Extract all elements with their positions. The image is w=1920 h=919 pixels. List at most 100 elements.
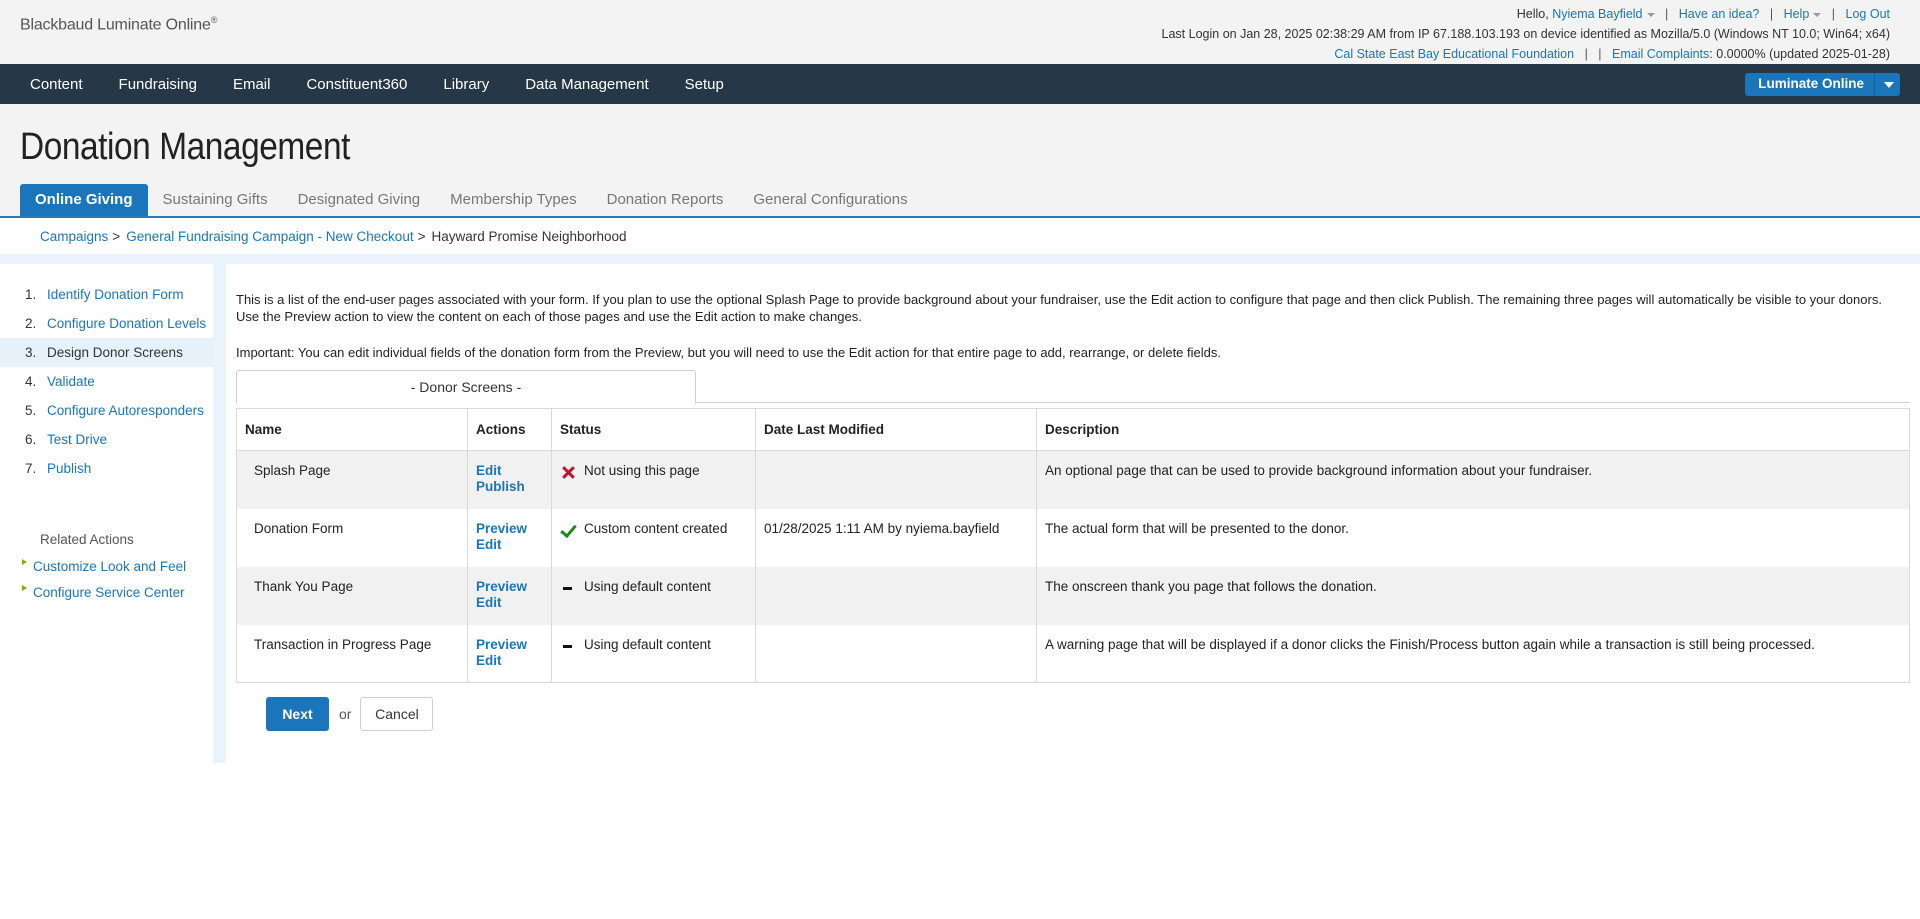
user-menu-link[interactable]: Nyiema Bayfield [1552,7,1655,21]
status-text: Using default content [584,636,711,652]
edit-link[interactable]: Edit [476,595,543,611]
breadcrumb-campaign[interactable]: General Fundraising Campaign - New Check… [126,229,413,244]
nav-item-constituent360[interactable]: Constituent360 [288,76,425,93]
edit-link[interactable]: Edit [476,463,543,479]
have-idea-link[interactable]: Have an idea? [1679,7,1760,21]
wizard-step[interactable]: 4. Validate [0,367,213,396]
row-date-modified [755,566,1037,625]
email-complaints-link[interactable]: Email Complaints [1612,47,1709,61]
nav-item-setup[interactable]: Setup [667,76,742,93]
tab-donation-reports[interactable]: Donation Reports [592,184,739,216]
step-number: 3. [25,345,37,360]
preview-link[interactable]: Preview [476,579,543,595]
publish-link[interactable]: Publish [476,479,543,495]
related-action-item: Configure Service Center [22,579,186,605]
step-label[interactable]: Validate [47,374,95,389]
breadcrumb-campaigns[interactable]: Campaigns [40,229,108,244]
chevron-down-icon [1646,12,1655,17]
content-top-band [0,254,1920,264]
section-tabs: Online Giving Sustaining Gifts Designate… [20,184,923,216]
related-action-item: Customize Look and Feel [22,553,186,579]
user-name: Nyiema Bayfield [1552,7,1643,21]
help-menu-link[interactable]: Help [1784,7,1822,21]
separator: | [1665,7,1669,21]
breadcrumb-current: Hayward Promise Neighborhood [431,228,627,244]
tab-general-configurations[interactable]: General Configurations [738,184,922,216]
preview-link[interactable]: Preview [476,637,543,653]
chevron-down-icon [1813,12,1822,17]
wizard-step[interactable]: 6. Test Drive [0,425,213,454]
column-header-date-modified: Date Last Modified [755,408,1037,451]
column-header-actions: Actions [467,408,552,451]
row-actions: Preview Edit [467,566,552,625]
row-status: Not using this page [551,450,756,509]
donor-screens-tabbar: - Donor Screens - [236,370,1910,404]
column-header-status: Status [551,408,756,451]
nav-item-content[interactable]: Content [12,76,101,93]
brand-registered-mark: ® [210,15,218,25]
last-login-info: Last Login on Jan 28, 2025 02:38:29 AM f… [1161,27,1890,41]
page-title: Donation Management [20,126,350,168]
row-name: Transaction in Progress Page [236,624,468,683]
row-name: Splash Page [236,450,468,509]
nav-item-email[interactable]: Email [215,76,289,93]
tab-donor-screens[interactable]: - Donor Screens - [236,370,696,404]
step-label[interactable]: Configure Autoresponders [47,403,204,418]
related-actions-title: Related Actions [40,532,134,547]
preview-link[interactable]: Preview [476,521,543,537]
tab-online-giving[interactable]: Online Giving [20,184,148,216]
status-text: Using default content [584,578,711,594]
step-label[interactable]: Publish [47,461,91,476]
or-label: or [339,706,352,722]
intro-text: This is a list of the end-user pages ass… [236,292,1882,324]
check-icon [560,522,576,538]
dash-icon [560,638,576,654]
tab-sustaining-gifts[interactable]: Sustaining Gifts [148,184,283,216]
row-actions: Preview Edit [467,624,552,683]
wizard-step[interactable]: 7. Publish [0,454,213,483]
wizard-step[interactable]: 1. Identify Donation Form [0,280,213,309]
next-button[interactable]: Next [266,697,329,731]
row-date-modified [755,450,1037,509]
step-number: 7. [25,461,37,476]
status-text: Not using this page [584,463,700,478]
row-status: Custom content created [551,508,756,567]
nav-item-fundraising[interactable]: Fundraising [101,76,215,93]
help-label: Help [1783,7,1810,21]
breadcrumb-separator: > [417,228,426,244]
tab-membership-types[interactable]: Membership Types [435,184,591,216]
edit-link[interactable]: Edit [476,653,543,669]
wizard-step[interactable]: 5. Configure Autoresponders [0,396,213,425]
org-link[interactable]: Cal State East Bay Educational Foundatio… [1334,47,1574,61]
page-body: 1. Identify Donation Form 2. Configure Don… [0,254,1920,763]
logout-link[interactable]: Log Out [1846,7,1890,21]
table-row: Donation Form Preview Edit Custom conten… [236,508,1910,567]
nav-item-library[interactable]: Library [425,76,507,93]
product-switcher-dropdown[interactable] [1874,73,1900,96]
step-label[interactable]: Test Drive [47,432,107,447]
donor-screens-table: Name Actions Status Date Last Modified D… [236,408,1910,683]
row-date-modified [755,624,1037,683]
row-description: The onscreen thank you page that follows… [1036,566,1910,625]
x-icon [560,464,576,480]
step-label[interactable]: Identify Donation Form [47,287,184,302]
step-number: 5. [25,403,37,418]
cancel-button[interactable]: Cancel [360,697,434,731]
table-row: Splash Page Edit Publish Not using this … [236,450,1910,509]
row-status: Using default content [551,624,756,683]
edit-link[interactable]: Edit [476,537,543,553]
configure-service-center-link[interactable]: Configure Service Center [33,585,185,600]
form-buttons: Next or Cancel [266,697,1910,731]
product-switcher-button[interactable]: Luminate Online [1745,73,1900,96]
separator: | [1598,47,1602,61]
dash-icon [560,580,576,596]
wizard-step[interactable]: 2. Configure Donation Levels [0,309,213,338]
main-content: This is a list of the end-user pages ass… [236,264,1910,731]
customize-look-link[interactable]: Customize Look and Feel [33,559,186,574]
page-header: Donation Management Online Giving Sustai… [0,104,1920,218]
step-label[interactable]: Configure Donation Levels [47,316,206,331]
breadcrumb-separator: > [112,228,121,244]
tab-designated-giving[interactable]: Designated Giving [283,184,436,216]
nav-item-data-management[interactable]: Data Management [507,76,666,93]
hello-label: Hello, [1516,7,1549,21]
